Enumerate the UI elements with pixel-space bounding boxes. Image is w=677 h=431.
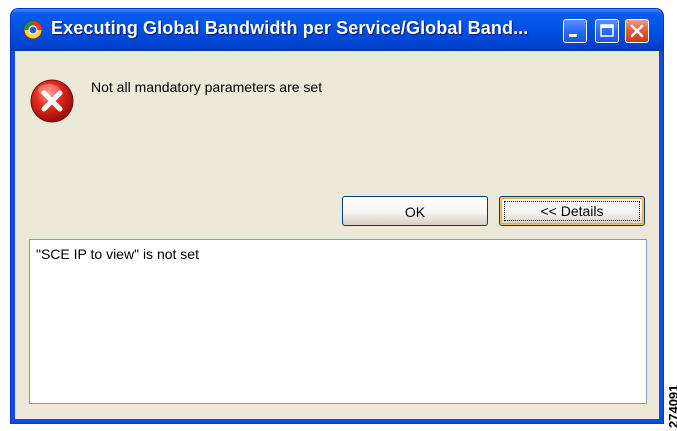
maximize-button[interactable] [595,19,619,43]
close-icon [630,24,644,38]
details-button-label: << Details [540,203,604,219]
details-text: "SCE IP to view" is not set [36,246,199,262]
minimize-button[interactable] [563,19,587,43]
error-message: Not all mandatory parameters are set [91,79,323,95]
maximize-icon [600,24,614,37]
details-button[interactable]: << Details [499,196,645,226]
minimize-icon [569,34,577,37]
error-icon [30,79,74,123]
ok-button[interactable]: OK [342,196,488,226]
title-bar[interactable]: Executing Global Bandwidth per Service/G… [11,9,663,51]
details-text-area[interactable]: "SCE IP to view" is not set [29,239,647,404]
figure-code: 274091 [666,384,677,428]
app-icon [23,20,43,40]
dialog-window: Executing Global Bandwidth per Service/G… [10,8,664,424]
close-button[interactable] [625,19,649,43]
dialog-body: Not all mandatory parameters are set OK … [15,51,659,419]
window-title: Executing Global Bandwidth per Service/G… [51,18,529,38]
